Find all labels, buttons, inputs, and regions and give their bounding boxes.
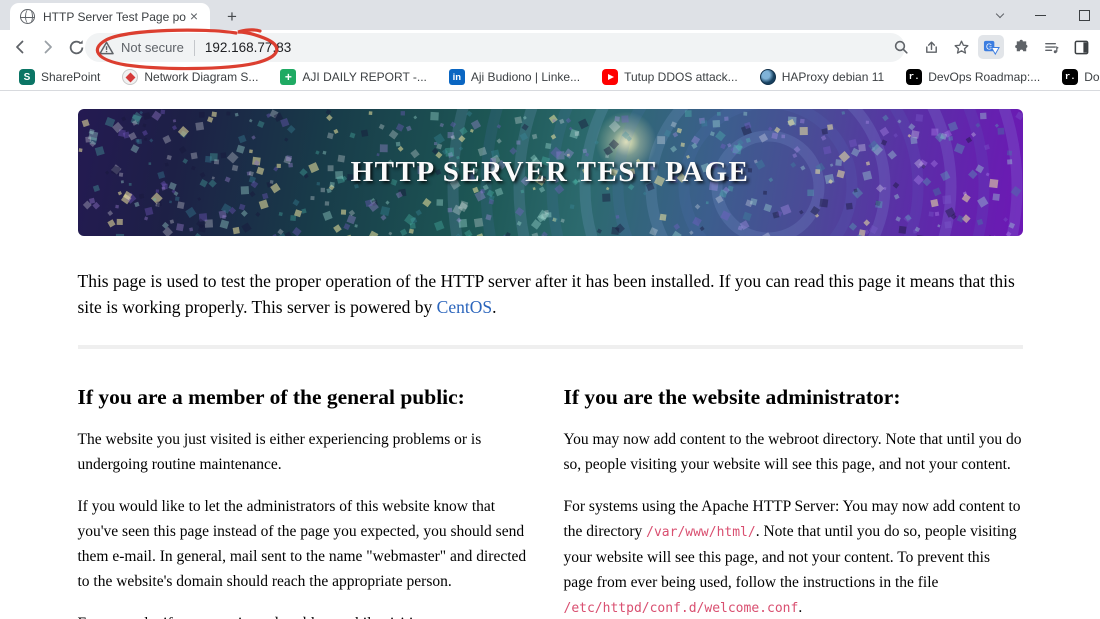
webpage-content: HTTP SERVER TEST PAGE This page is used …	[0, 91, 1100, 619]
linkedin-icon: in	[448, 69, 465, 85]
browser-tab[interactable]: HTTP Server Test Page powered ×	[10, 3, 210, 30]
text-run: .	[492, 297, 497, 317]
security-chip[interactable]: Not secure	[99, 40, 184, 55]
bookmark-devops-roadmap[interactable]: r. DevOps Roadmap:...	[899, 67, 1047, 87]
tab-search-chevron-icon[interactable]	[980, 0, 1020, 30]
maximize-button[interactable]	[1060, 0, 1100, 30]
admin-column: If you are the website administrator: Yo…	[564, 363, 1023, 619]
bookmark-haproxy[interactable]: HAProxy debian 11	[753, 67, 892, 87]
intro-paragraph: This page is used to test the proper ope…	[78, 268, 1023, 320]
roadmap-icon: r.	[906, 69, 923, 85]
sheets-icon: +	[280, 69, 297, 85]
banner-image: HTTP SERVER TEST PAGE	[77, 109, 1023, 236]
security-label: Not secure	[121, 40, 184, 55]
public-column: If you are a member of the general publi…	[78, 363, 537, 619]
text-run: /etc/httpd/conf.d/welcome.conf	[563, 601, 799, 616]
bookmark-youtube[interactable]: Tutup DDOS attack...	[595, 67, 745, 87]
sharepoint-icon: S	[19, 69, 35, 85]
new-tab-button[interactable]: +	[220, 5, 244, 29]
bookmark-label: Docker Roadmap -...	[1084, 70, 1100, 84]
centos-link[interactable]: CentOS	[437, 297, 492, 317]
warning-icon	[99, 41, 114, 54]
bookmark-label: SharePoint	[41, 70, 101, 84]
bookmark-sharepoint[interactable]: S SharePoint	[12, 67, 107, 87]
bookmark-label: Network Diagram S...	[144, 70, 259, 84]
forward-button[interactable]	[34, 33, 62, 61]
share-icon[interactable]	[918, 34, 944, 60]
bookmarks-bar: S SharePoint Network Diagram S... + AJI …	[0, 64, 1100, 91]
text-run: You may now add content to the webroot d…	[563, 431, 1022, 473]
bookmark-aji-daily-report[interactable]: + AJI DAILY REPORT -...	[273, 67, 433, 87]
admin-heading: If you are the website administrator:	[563, 385, 901, 409]
bookmark-network-diagram[interactable]: Network Diagram S...	[115, 67, 265, 87]
bookmark-star-icon[interactable]	[948, 34, 974, 60]
back-button[interactable]	[6, 33, 34, 61]
horizontal-rule	[77, 345, 1023, 349]
youtube-icon	[602, 69, 619, 85]
close-icon[interactable]: ×	[186, 9, 202, 25]
bookmark-docker-roadmap[interactable]: r. Docker Roadmap -...	[1055, 67, 1100, 87]
page-title: HTTP SERVER TEST PAGE	[350, 156, 750, 188]
text-run: The website you just visited is either e…	[77, 431, 482, 473]
paragraph: You may now add content to the webroot d…	[564, 427, 1023, 477]
paragraph: For systems using the Apache HTTP Server…	[564, 494, 1023, 619]
address-bar[interactable]: Not secure 192.168.77.83	[85, 33, 905, 62]
url-text[interactable]: 192.168.77.83	[205, 40, 291, 55]
text-run: /var/www/html/	[646, 525, 756, 540]
globe-icon	[20, 9, 35, 24]
paragraph: If you would like to let the administrat…	[78, 494, 537, 594]
bookmark-label: Tutup DDOS attack...	[624, 70, 738, 84]
text-run: For example, if you experienced problems…	[78, 615, 429, 619]
svg-text:G: G	[986, 42, 992, 51]
media-controls-icon[interactable]	[1038, 34, 1064, 60]
text-run: If you would like to let the administrat…	[77, 498, 527, 590]
bookmark-label: Aji Budiono | Linke...	[470, 70, 581, 84]
search-icon[interactable]	[888, 34, 914, 60]
translate-icon[interactable]: G	[978, 35, 1004, 59]
divider	[193, 39, 195, 56]
extensions-puzzle-icon[interactable]	[1008, 34, 1034, 60]
text-run: This page is used to test the proper ope…	[77, 271, 1015, 317]
paragraph: For example, if you experienced problems…	[78, 611, 537, 619]
side-panel-icon[interactable]	[1068, 34, 1094, 60]
paragraph: The website you just visited is either e…	[78, 427, 537, 477]
text-run: .	[798, 599, 803, 616]
toolbar-right-icons: G	[888, 30, 1094, 64]
window-controls	[980, 0, 1100, 30]
diagram-icon	[122, 69, 139, 85]
bookmark-label: DevOps Roadmap:...	[928, 70, 1041, 84]
tab-title: HTTP Server Test Page powered	[43, 9, 186, 24]
public-heading: If you are a member of the general publi…	[77, 385, 465, 409]
tab-strip: HTTP Server Test Page powered × +	[0, 0, 1100, 30]
browser-toolbar: Not secure 192.168.77.83 G	[0, 28, 1100, 71]
bookmark-label: AJI DAILY REPORT -...	[302, 70, 427, 84]
minimize-button[interactable]	[1020, 0, 1060, 30]
haproxy-icon	[759, 69, 776, 85]
roadmap-icon: r.	[1062, 69, 1079, 85]
bookmark-linkedin[interactable]: in Aji Budiono | Linke...	[442, 67, 587, 87]
bookmark-label: HAProxy debian 11	[781, 70, 885, 84]
